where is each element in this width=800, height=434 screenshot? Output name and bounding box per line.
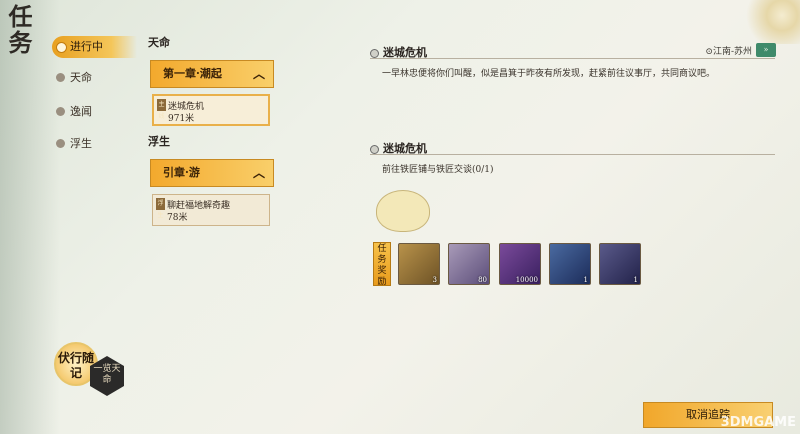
quest-card[interactable]: 浮生 聊赶福地解奇趣 78米 [152, 194, 270, 226]
quest-badge: 主线 [157, 99, 166, 120]
chevron-up-icon: ︿ [252, 166, 265, 180]
divider [370, 154, 775, 155]
left-decoration [0, 0, 60, 434]
divider [370, 58, 775, 59]
sidebar-item-label: 逸闻 [70, 105, 92, 118]
item-count: 10000 [515, 276, 538, 284]
location-pin-icon: ⊙ [705, 47, 713, 57]
tab-dot-icon [56, 139, 65, 148]
tab-dot-icon [56, 73, 65, 82]
flower-decoration [740, 0, 800, 44]
chevron-up-icon: ︿ [252, 67, 265, 81]
sidebar-item-in-progress[interactable]: 进行中 [52, 36, 137, 58]
reward-item-jade[interactable]: 3 [398, 243, 440, 285]
sidebar-item-destiny[interactable]: 天命 [52, 67, 137, 89]
reward-label: 任务奖励 [373, 242, 391, 287]
item-count: 1 [633, 276, 638, 284]
chapter-header-1[interactable]: 第一章·潮起 ︿ [150, 60, 274, 88]
tab-dot-icon [56, 42, 67, 53]
group-title-destiny: 天命 [148, 36, 170, 49]
chapter-label: 第一章·潮起 [163, 67, 222, 80]
quest-distance: 78米 [167, 213, 188, 223]
sidebar-item-label: 天命 [70, 71, 92, 84]
quest-badge: 浮生 [156, 198, 165, 219]
page-title: 任务 [4, 4, 33, 56]
quest-distance: 971米 [168, 114, 195, 124]
sidebar-item-label: 浮生 [70, 137, 92, 150]
mascot-image [376, 190, 430, 232]
watermark: 3DMGAME [720, 415, 796, 430]
location-text: 江南-苏州 [712, 47, 752, 57]
reward-item-pouch[interactable]: 1 [549, 243, 591, 285]
reward-item-crystal[interactable]: 80 [448, 243, 490, 285]
reward-item-coin-book[interactable]: 10000 [499, 243, 541, 285]
item-count: 1 [583, 276, 588, 284]
reward-item-portrait[interactable]: 1 [599, 243, 641, 285]
quest-objective: 前往铁匠铺与铁匠交谈(0/1) [382, 165, 494, 175]
chapter-label: 引章·游 [163, 166, 200, 179]
pin-icon [370, 48, 379, 58]
chapter-header-2[interactable]: 引章·游 ︿ [150, 159, 274, 187]
quest-card-selected[interactable]: 主线 迷城危机 971米 [152, 94, 270, 126]
tab-dot-icon [56, 107, 65, 116]
location-label: ⊙江南-苏州 [705, 44, 752, 57]
quest-description: 一早林忠便将你们叫醒，似是昌箕于昨夜有所发现，赶紧前往议事厅，共同商议吧。 [382, 69, 716, 79]
location-goto-button[interactable]: » [756, 43, 776, 57]
sidebar-item-label: 进行中 [70, 40, 103, 53]
item-count: 3 [432, 276, 437, 284]
sidebar-item-floating-life[interactable]: 浮生 [52, 133, 137, 155]
item-count: 80 [478, 276, 487, 284]
sidebar-item-anecdote[interactable]: 逸闻 [52, 101, 137, 123]
pin-icon [370, 144, 379, 154]
group-title-floating-life: 浮生 [148, 135, 170, 148]
